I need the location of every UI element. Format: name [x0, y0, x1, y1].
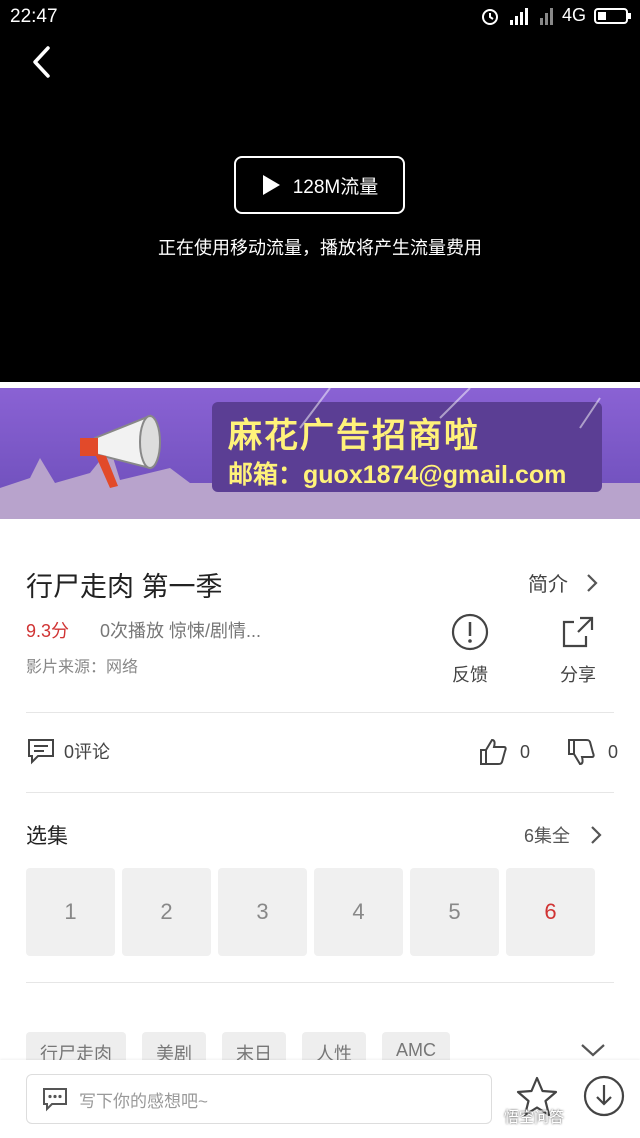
bottom-bar: 写下你的感想吧~ 悟空问答 — [0, 1060, 640, 1138]
like-button[interactable]: 0 — [478, 737, 530, 767]
share-label: 分享 — [560, 665, 596, 685]
chevron-right-icon — [587, 573, 598, 592]
video-source: 影片来源：网络 — [26, 659, 139, 676]
watermark: 悟空问答 — [504, 1109, 565, 1126]
episodes-total: 6集全 — [524, 826, 571, 846]
episode-button[interactable]: 5 — [410, 868, 499, 956]
battery-icon — [594, 7, 631, 24]
episodes-title: 选集 — [26, 825, 68, 848]
episode-button[interactable]: 2 — [122, 868, 211, 956]
play-label: 128M流量 — [292, 176, 379, 198]
episode-button-active[interactable]: 6 — [506, 868, 595, 956]
comment-icon — [28, 739, 54, 765]
video-player[interactable]: 22:47 4G 128M流量 正在使用移动流量，播放将产生流量费用 — [0, 0, 640, 382]
intro-link[interactable]: 简介 — [528, 568, 598, 597]
data-usage-notice: 正在使用移动流量，播放将产生流量费用 — [158, 238, 482, 258]
intro-label: 简介 — [528, 574, 568, 596]
alert-icon — [451, 613, 489, 651]
chevron-down-icon[interactable] — [580, 1042, 606, 1058]
episode-button[interactable]: 1 — [26, 868, 115, 956]
video-title: 行尸走肉 第一季 — [26, 572, 223, 602]
all-episodes-link[interactable]: 6集全 — [524, 822, 602, 848]
signal-icon — [509, 7, 528, 25]
share-button[interactable]: 分享 — [538, 612, 618, 687]
ad-email: 邮箱：guox1874@gmail.com — [228, 461, 567, 489]
alarm-icon — [481, 8, 498, 25]
dislike-count: 0 — [608, 741, 619, 762]
download-icon[interactable] — [582, 1074, 626, 1118]
comment-placeholder: 写下你的感想吧~ — [79, 1091, 208, 1111]
thumbs-up-icon — [480, 738, 507, 765]
comment-input[interactable]: 写下你的感想吧~ — [26, 1074, 492, 1124]
signal-icon-2 — [539, 7, 553, 25]
divider — [26, 712, 614, 713]
divider — [26, 982, 614, 983]
play-button[interactable]: 128M流量 — [234, 156, 405, 214]
chevron-right-icon — [591, 826, 602, 844]
ad-banner[interactable]: 麻花广告招商啦 邮箱：guox1874@gmail.com — [0, 388, 640, 519]
message-icon — [43, 1088, 67, 1112]
video-meta: 0次播放 惊悚/剧情... — [100, 621, 262, 641]
back-icon[interactable] — [26, 42, 60, 82]
share-icon — [562, 616, 594, 648]
episode-button[interactable]: 3 — [218, 868, 307, 956]
rating-score: 9.3分 — [26, 621, 70, 641]
episode-list: 1 2 3 4 5 6 — [26, 868, 595, 956]
status-icons: 4G — [480, 5, 632, 26]
ad-title: 麻花广告招商啦 — [228, 417, 480, 455]
episode-button[interactable]: 4 — [314, 868, 403, 956]
dislike-button[interactable]: 0 — [566, 737, 618, 767]
thumbs-down-icon — [568, 739, 595, 766]
network-type: 4G — [561, 5, 586, 25]
comments-link[interactable]: 0评论 — [26, 737, 110, 765]
status-bar: 22:47 4G — [0, 0, 640, 36]
divider — [26, 792, 614, 793]
feedback-button[interactable]: 反馈 — [430, 612, 510, 687]
play-icon — [262, 175, 280, 195]
comment-count: 0评论 — [64, 742, 111, 762]
feedback-label: 反馈 — [452, 665, 488, 685]
status-time: 22:47 — [10, 6, 58, 27]
like-count: 0 — [520, 741, 531, 762]
